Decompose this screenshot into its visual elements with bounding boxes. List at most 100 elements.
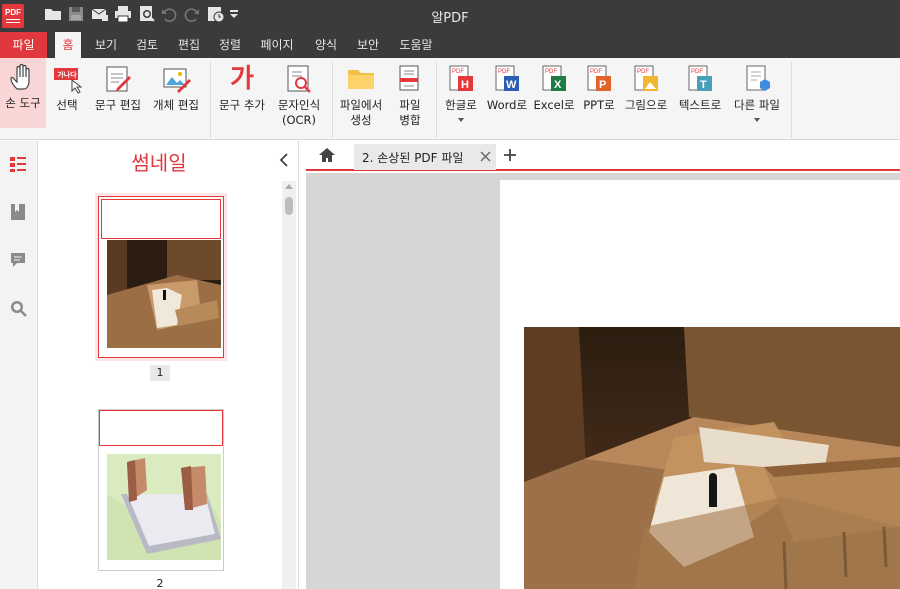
image-file-icon: PDF bbox=[634, 65, 658, 91]
svg-text:PDF: PDF bbox=[691, 69, 703, 75]
hangul-file-icon: PDF H bbox=[449, 65, 473, 91]
create-from-file-label: 파일에서 생성 bbox=[336, 98, 386, 128]
thumbnail-panel-title: 썸네일 bbox=[131, 151, 187, 175]
menu-bar: 파일 홈 보기 검토 편집 정렬 페이지 양식 보안 도움말 bbox=[0, 32, 900, 58]
menu-form[interactable]: 양식 bbox=[308, 32, 344, 58]
chevron-down-icon[interactable] bbox=[754, 118, 760, 122]
edit-text-icon bbox=[106, 66, 131, 92]
merge-label-line1: 파일 bbox=[399, 98, 421, 112]
convert-to-word-button[interactable]: PDF W Word로 bbox=[484, 60, 530, 132]
edit-text-label: 문구 편집 bbox=[95, 98, 141, 112]
hand-tool-label: 손 도구 bbox=[5, 96, 41, 110]
ocr-label: 문자인식 (OCR) bbox=[272, 98, 326, 128]
page-1-photo bbox=[107, 240, 221, 348]
ribbon-toolbar: 손 도구 가나다 선택 문구 편집 개체 편집 가 문구 추가 문자인식 (OCR… bbox=[0, 58, 900, 140]
add-text-icon: 가 bbox=[230, 64, 254, 94]
architectural-model-photo bbox=[524, 327, 900, 589]
page-thumbnail-1[interactable] bbox=[95, 193, 227, 361]
scroll-up-arrow-icon[interactable] bbox=[285, 184, 293, 189]
svg-text:PDF: PDF bbox=[545, 69, 557, 75]
svg-text:X: X bbox=[554, 79, 562, 91]
select-button[interactable]: 가나다 선택 bbox=[48, 60, 86, 132]
edit-object-label: 개체 편집 bbox=[153, 98, 199, 112]
edit-text-button[interactable]: 문구 편집 bbox=[90, 60, 146, 132]
to-ppt-label: PPT로 bbox=[583, 98, 615, 112]
bookmark-icon[interactable] bbox=[9, 203, 27, 221]
menu-arrange[interactable]: 정렬 bbox=[213, 32, 247, 58]
create-from-file-button[interactable]: 파일에서 생성 bbox=[336, 60, 386, 132]
svg-text:W: W bbox=[506, 79, 517, 91]
create-from-file-line1: 파일에서 bbox=[339, 98, 383, 112]
page-photo bbox=[524, 327, 900, 589]
collapse-panel-icon[interactable] bbox=[277, 153, 291, 167]
home-icon[interactable] bbox=[318, 146, 336, 164]
convert-to-text-button[interactable]: PDF T 텍스트로 bbox=[674, 60, 726, 132]
page-thumbnail-2[interactable] bbox=[98, 409, 224, 571]
svg-text:P: P bbox=[599, 79, 606, 91]
merge-files-button[interactable]: 파일 병합 bbox=[390, 60, 430, 132]
document-view[interactable] bbox=[306, 173, 900, 589]
merge-label-line2: 병합 bbox=[399, 113, 421, 127]
svg-text:T: T bbox=[700, 79, 707, 91]
convert-to-hangul-button[interactable]: PDF H 한글로 bbox=[440, 60, 482, 132]
hand-icon bbox=[10, 63, 30, 90]
to-image-label: 그림으로 bbox=[624, 98, 668, 112]
svg-text:PDF: PDF bbox=[637, 69, 649, 75]
svg-text:PDF: PDF bbox=[590, 69, 602, 75]
menu-security[interactable]: 보안 bbox=[350, 32, 386, 58]
folder-icon bbox=[348, 70, 374, 89]
to-hangul-label: 한글로 bbox=[445, 98, 477, 112]
ribbon-separator bbox=[436, 62, 437, 138]
tab-document-label: 2. 손상된 PDF 파일 bbox=[362, 151, 464, 165]
convert-other-button[interactable]: 다른 파일 bbox=[730, 60, 784, 132]
merge-icon bbox=[399, 65, 419, 91]
convert-to-ppt-button[interactable]: PDF P PPT로 bbox=[580, 60, 618, 132]
menu-page[interactable]: 페이지 bbox=[254, 32, 300, 58]
add-tab-icon[interactable] bbox=[503, 148, 517, 162]
page-number-1[interactable]: 1 bbox=[150, 365, 170, 381]
menu-view[interactable]: 보기 bbox=[89, 32, 123, 58]
ocr-icon bbox=[287, 65, 311, 93]
thumbnail-scrollbar[interactable] bbox=[282, 181, 296, 589]
edit-object-button[interactable]: 개체 편집 bbox=[148, 60, 204, 132]
search-icon[interactable] bbox=[9, 299, 27, 317]
select-badge: 가나다 bbox=[57, 71, 77, 79]
ocr-button[interactable]: 문자인식 (OCR) bbox=[272, 60, 326, 132]
menu-help[interactable]: 도움말 bbox=[392, 32, 440, 58]
page-number-2[interactable]: 2 bbox=[150, 576, 170, 589]
scrollbar-thumb[interactable] bbox=[285, 197, 293, 215]
ribbon-separator bbox=[332, 62, 333, 138]
damaged-region-box bbox=[101, 199, 221, 239]
merge-files-label: 파일 병합 bbox=[390, 98, 430, 128]
menu-home[interactable]: 홈 bbox=[55, 32, 81, 58]
to-excel-label: Excel로 bbox=[533, 98, 575, 112]
comment-icon[interactable] bbox=[9, 251, 27, 269]
menu-edit[interactable]: 편집 bbox=[172, 32, 206, 58]
select-label: 선택 bbox=[56, 98, 78, 112]
ppt-file-icon: PDF P bbox=[587, 65, 611, 91]
convert-to-excel-button[interactable]: PDF X Excel로 bbox=[532, 60, 576, 132]
window-title: 알PDF bbox=[431, 11, 469, 26]
menu-file[interactable]: 파일 bbox=[0, 32, 47, 58]
thumbnail-icon[interactable] bbox=[9, 155, 27, 173]
damaged-region-box bbox=[99, 410, 223, 446]
thumbnail-panel: 썸네일 1 2 bbox=[39, 141, 299, 589]
text-file-icon: PDF T bbox=[688, 65, 712, 91]
tab-document[interactable]: 2. 손상된 PDF 파일 bbox=[354, 144, 496, 170]
hand-tool-button[interactable]: 손 도구 bbox=[0, 58, 46, 128]
add-text-label: 문구 추가 bbox=[219, 98, 265, 112]
close-icon[interactable] bbox=[480, 151, 491, 162]
page-2-drawing bbox=[107, 454, 221, 560]
document-page bbox=[500, 180, 900, 589]
add-text-button[interactable]: 가 문구 추가 bbox=[214, 60, 270, 132]
edit-object-icon bbox=[163, 68, 191, 93]
svg-text:PDF: PDF bbox=[452, 69, 464, 75]
side-nav bbox=[0, 141, 38, 589]
menu-review[interactable]: 검토 bbox=[130, 32, 164, 58]
ocr-label-line2: (OCR) bbox=[281, 113, 317, 127]
word-file-icon: PDF W bbox=[495, 65, 519, 91]
svg-text:H: H bbox=[461, 79, 469, 91]
title-bar: PDF 알PDF bbox=[0, 0, 900, 32]
convert-to-image-button[interactable]: PDF 그림으로 bbox=[622, 60, 670, 132]
chevron-down-icon[interactable] bbox=[458, 118, 464, 122]
